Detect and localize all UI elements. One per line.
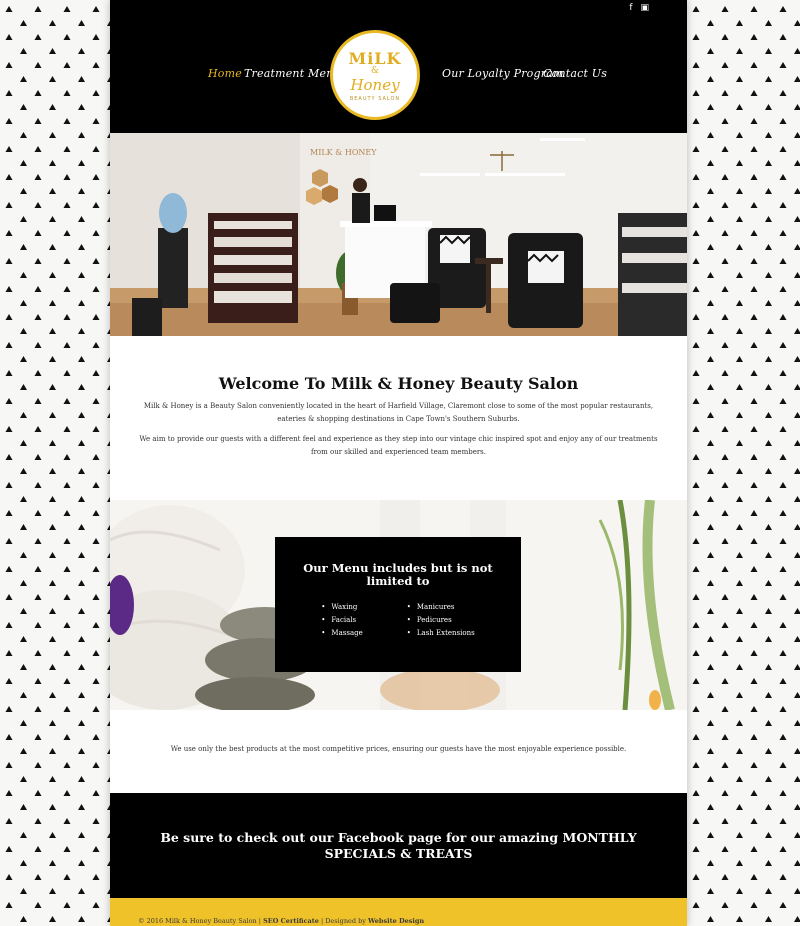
social-links: f ▣ — [629, 3, 649, 13]
page-container: f ▣ Home Treatment Menu MiLK & Honey BEA… — [110, 0, 687, 926]
hero-sign-text: MILK & HONEY — [310, 148, 377, 157]
list-item: Pedicures — [407, 614, 475, 627]
welcome-title: Welcome To Milk & Honey Beauty Salon — [218, 374, 579, 393]
site-header: f ▣ Home Treatment Menu MiLK & Honey BEA… — [110, 0, 687, 133]
menu-title: Our Menu includes but is not limited to — [303, 561, 493, 588]
list-item: Manicures — [407, 601, 475, 614]
products-section: We use only the best products at the mos… — [110, 710, 687, 793]
footer-copyright: © 2016 Milk & Honey Beauty Salon | — [138, 917, 264, 925]
welcome-section: Welcome To Milk & Honey Beauty Salon Mil… — [110, 336, 687, 500]
footer-designer-link[interactable]: Website Design — [368, 917, 424, 925]
list-item: Facials — [321, 614, 362, 627]
menu-list-left: Waxing Facials Massage — [321, 601, 362, 640]
hero-salon-photo: MILK & HONEY — [110, 133, 687, 336]
nav-contact-us[interactable]: Contact Us — [543, 67, 607, 80]
nav-treatment-menu[interactable]: Treatment Menu — [244, 67, 341, 80]
list-item: Lash Extensions — [407, 627, 475, 640]
logo-text-honey: Honey — [350, 75, 400, 94]
footer-seo-link[interactable]: SEO Certificate — [263, 917, 319, 925]
menu-section: Our Menu includes but is not limited to … — [110, 500, 687, 710]
site-logo[interactable]: MiLK & Honey BEAUTY SALON — [330, 30, 420, 120]
footer-separator: | Designed by — [318, 917, 368, 925]
logo-text-amp: & — [370, 65, 379, 76]
welcome-paragraph-1: Milk & Honey is a Beauty Salon convenien… — [143, 402, 654, 423]
menu-list-right: Manicures Pedicures Lash Extensions — [407, 601, 475, 640]
menu-lists: Waxing Facials Massage Manicures Pedicur… — [275, 601, 521, 640]
nav-home[interactable]: Home — [208, 67, 242, 80]
background-pattern-left — [0, 0, 110, 926]
products-text: We use only the best products at the mos… — [170, 745, 627, 753]
background-pattern-right — [687, 0, 800, 926]
welcome-paragraph-2: We aim to provide our guests with a diff… — [139, 435, 658, 456]
facebook-callout: Be sure to check out our Facebook page f… — [110, 793, 687, 898]
menu-box: Our Menu includes but is not limited to … — [275, 537, 521, 672]
site-footer: © 2016 Milk & Honey Beauty Salon | SEO C… — [110, 898, 687, 926]
facebook-callout-text: Be sure to check out our Facebook page f… — [160, 830, 637, 861]
list-item: Waxing — [321, 601, 362, 614]
list-item: Massage — [321, 627, 362, 640]
facebook-icon[interactable]: f — [629, 3, 632, 13]
logo-text-tagline: BEAUTY SALON — [349, 95, 401, 102]
instagram-icon[interactable]: ▣ — [640, 3, 649, 13]
